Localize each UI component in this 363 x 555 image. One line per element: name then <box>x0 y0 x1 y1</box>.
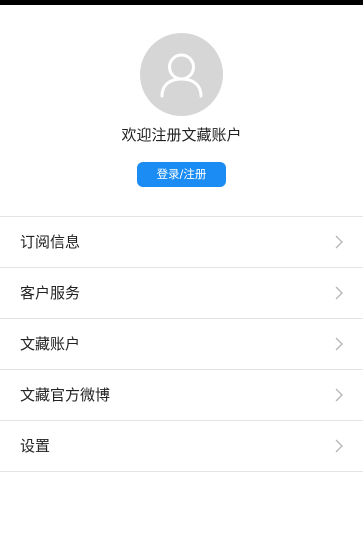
menu-item-official-weibo[interactable]: 文藏官方微博 <box>0 370 363 421</box>
menu-item-settings[interactable]: 设置 <box>0 421 363 472</box>
menu-list: 订阅信息 客户服务 文藏账户 文藏官方微博 设置 <box>0 216 363 472</box>
user-icon <box>160 53 203 98</box>
chevron-right-icon <box>335 286 343 300</box>
menu-item-customer-service[interactable]: 客户服务 <box>0 268 363 319</box>
menu-item-label: 客户服务 <box>20 284 81 302</box>
menu-item-label: 设置 <box>20 437 51 455</box>
chevron-right-icon <box>335 388 343 402</box>
menu-item-label: 文藏官方微博 <box>20 386 111 404</box>
menu-item-account[interactable]: 文藏账户 <box>0 319 363 370</box>
chevron-right-icon <box>335 337 343 351</box>
login-register-button[interactable]: 登录/注册 <box>137 162 226 187</box>
menu-item-label: 文藏账户 <box>20 335 81 353</box>
menu-item-subscription[interactable]: 订阅信息 <box>0 217 363 268</box>
menu-item-label: 订阅信息 <box>20 233 81 251</box>
chevron-right-icon <box>335 439 343 453</box>
welcome-text: 欢迎注册文藏账户 <box>121 126 242 144</box>
profile-header: 欢迎注册文藏账户 登录/注册 <box>0 5 363 216</box>
avatar[interactable] <box>140 33 223 116</box>
chevron-right-icon <box>335 235 343 249</box>
